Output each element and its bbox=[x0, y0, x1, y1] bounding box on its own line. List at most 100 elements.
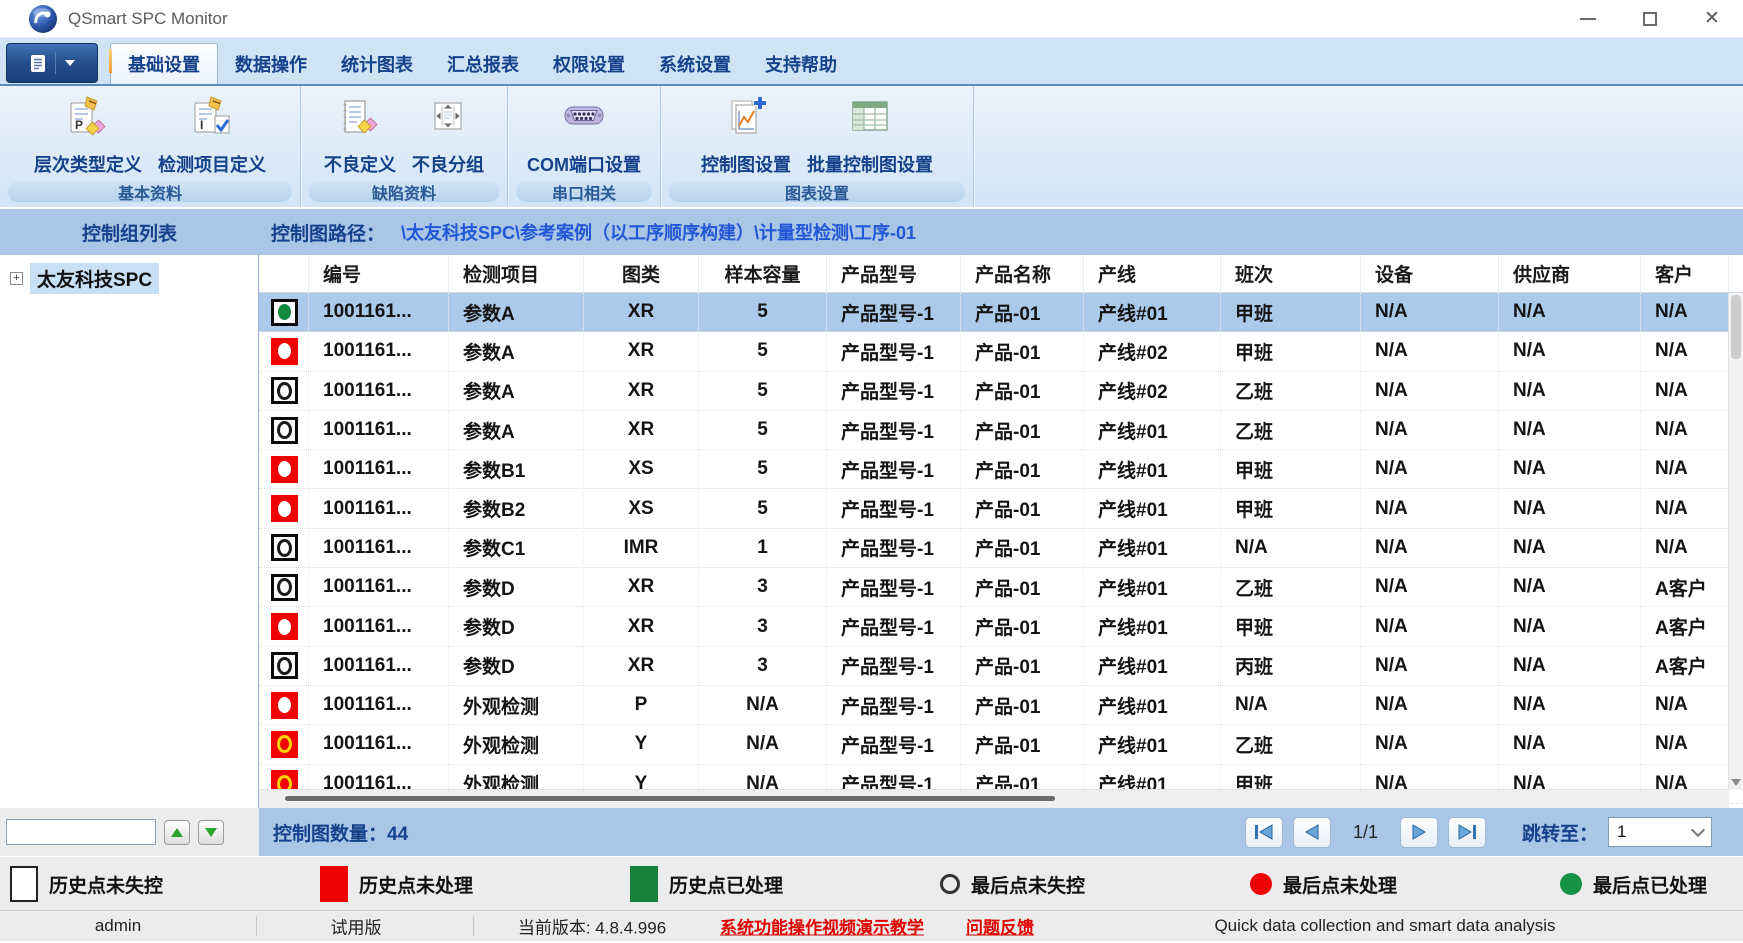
cell: N/A bbox=[1499, 293, 1641, 332]
status-icon-white-outline bbox=[271, 573, 298, 601]
prev-page-button[interactable] bbox=[1293, 816, 1331, 848]
column-header-9[interactable]: 设备 bbox=[1361, 255, 1499, 292]
close-button[interactable]: ✕ bbox=[1681, 0, 1743, 37]
cell: 乙班 bbox=[1221, 568, 1361, 607]
cell: 产品型号-1 bbox=[827, 489, 961, 528]
tab-system-settings[interactable]: 系统设置 bbox=[642, 44, 748, 84]
cell: XS bbox=[584, 489, 699, 528]
column-header-1[interactable]: 编号 bbox=[309, 255, 449, 292]
app-menu-button[interactable] bbox=[6, 43, 98, 83]
ribbon-button-label: COM端口设置 bbox=[527, 155, 641, 175]
table-row[interactable]: 1001161... 参数D XR 3 产品型号-1 产品-01 产线#01 乙班 N/A N/A… bbox=[259, 568, 1743, 608]
arrow-down-icon bbox=[205, 827, 217, 837]
scroll-down-icon[interactable] bbox=[1731, 779, 1741, 786]
table-row[interactable]: 1001161... 参数A XR 5 产品型号-1 产品-01 产线#01 甲班 N/A N/A… bbox=[259, 293, 1743, 333]
cell: 3 bbox=[699, 646, 827, 685]
table-row[interactable]: 1001161... 参数A XR 5 产品型号-1 产品-01 产线#01 乙班 N/A N/A… bbox=[259, 410, 1743, 451]
column-header-8[interactable]: 班次 bbox=[1221, 255, 1361, 292]
table-row[interactable]: 1001161... 参数A XR 5 产品型号-1 产品-01 产线#02 甲班 N/A N/A… bbox=[259, 332, 1743, 372]
cell: N/A bbox=[1641, 685, 1729, 725]
cell: N/A bbox=[1641, 489, 1729, 528]
cell: 产品型号-1 bbox=[827, 332, 961, 371]
expand-icon[interactable]: + bbox=[10, 272, 23, 285]
table-row[interactable]: 1001161... 参数D XR 3 产品型号-1 产品-01 产线#01 甲班 N/A N/A… bbox=[259, 607, 1743, 647]
ribbon-group-label: 图表设置 bbox=[669, 181, 965, 203]
cell: N/A bbox=[1361, 528, 1499, 568]
legend-label: 最后点已处理 bbox=[1593, 875, 1708, 897]
cell: N/A bbox=[1641, 725, 1729, 764]
cell: 参数A bbox=[449, 332, 584, 371]
legend-swatch-circle-red bbox=[1250, 873, 1272, 895]
column-header-0[interactable] bbox=[259, 255, 309, 292]
maximize-button[interactable] bbox=[1619, 0, 1681, 37]
move-down-button[interactable] bbox=[198, 819, 224, 845]
cell: N/A bbox=[1499, 489, 1641, 528]
tab-basic-settings[interactable]: 基础设置 bbox=[109, 43, 218, 84]
ribbon-group-label: 缺陷资料 bbox=[309, 181, 499, 203]
ribbon-group-serial-port: COM端口设置 串口相关 bbox=[508, 86, 661, 207]
column-header-11[interactable]: 客户 bbox=[1641, 255, 1729, 292]
cell: 产线#01 bbox=[1084, 685, 1221, 725]
vertical-scrollbar[interactable] bbox=[1728, 293, 1743, 790]
com-port-icon bbox=[564, 106, 604, 125]
hierarchy-type-define-button[interactable]: P 层次类型定义 bbox=[29, 91, 147, 179]
minimize-button[interactable] bbox=[1557, 0, 1619, 37]
tab-data-operations[interactable]: 数据操作 bbox=[218, 44, 324, 84]
control-chart-setting-button[interactable]: 控制图设置 bbox=[696, 91, 796, 179]
chart-setting-icon bbox=[731, 97, 766, 134]
com-port-setting-button[interactable]: COM端口设置 bbox=[522, 91, 646, 179]
horizontal-scrollbar-thumb[interactable] bbox=[285, 796, 1055, 801]
table-row[interactable]: 1001161... 参数D XR 3 产品型号-1 产品-01 产线#01 丙班 N/A N/A… bbox=[259, 646, 1743, 686]
menu-divider bbox=[54, 52, 56, 74]
cell: XR bbox=[584, 293, 699, 332]
ribbon-button-label: 不良分组 bbox=[412, 155, 484, 175]
tab-permission-settings[interactable]: 权限设置 bbox=[536, 44, 642, 84]
vertical-scrollbar-thumb[interactable] bbox=[1731, 295, 1741, 359]
cell: 参数B1 bbox=[449, 450, 584, 489]
column-header-3[interactable]: 图类 bbox=[584, 255, 699, 292]
video-tutorial-link[interactable]: 系统功能操作视频演示教学 bbox=[720, 914, 924, 939]
cell: Y bbox=[584, 725, 699, 764]
jump-page-select[interactable]: 1 bbox=[1608, 817, 1713, 847]
first-page-button[interactable] bbox=[1245, 816, 1283, 848]
column-header-5[interactable]: 产品型号 bbox=[827, 255, 961, 292]
table-row[interactable]: 1001161... 参数A XR 5 产品型号-1 产品-01 产线#02 乙班 N/A N/A… bbox=[259, 371, 1743, 411]
table-row[interactable]: 1001161... 外观检测 Y N/A 产品型号-1 产品-01 产线#01 乙班 N/A N… bbox=[259, 725, 1743, 765]
cell: 产线#01 bbox=[1084, 607, 1221, 646]
inspect-item-define-button[interactable]: I 检测项目定义 bbox=[153, 91, 271, 179]
column-header-7[interactable]: 产线 bbox=[1084, 255, 1221, 292]
cell: 产品-01 bbox=[961, 607, 1084, 646]
ribbon-group-label: 基本资料 bbox=[8, 181, 292, 203]
next-page-button[interactable] bbox=[1400, 816, 1439, 848]
table-row[interactable]: 1001161... 参数C1 IMR 1 产品型号-1 产品-01 产线#01 N/A N/A… bbox=[259, 528, 1743, 569]
column-header-4[interactable]: 样本容量 bbox=[699, 255, 827, 292]
ribbon-group-defect-data: 不良定义 不良分组 缺陷资料 bbox=[301, 86, 508, 207]
cell: 产品-01 bbox=[961, 410, 1084, 450]
search-input[interactable] bbox=[6, 819, 156, 845]
move-up-button[interactable] bbox=[164, 819, 190, 845]
batch-control-chart-setting-button[interactable]: 批量控制图设置 bbox=[802, 91, 938, 179]
defect-define-button[interactable]: 不良定义 bbox=[319, 91, 401, 179]
column-header-10[interactable]: 供应商 bbox=[1499, 255, 1641, 292]
tab-support-help[interactable]: 支持帮助 bbox=[748, 44, 854, 84]
table-row[interactable]: 1001161... 外观检测 P N/A 产品型号-1 产品-01 产线#01 N/A N/A… bbox=[259, 685, 1743, 726]
column-header-2[interactable]: 检测项目 bbox=[449, 255, 584, 292]
cell: 产品型号-1 bbox=[827, 528, 961, 568]
cell: 外观检测 bbox=[449, 725, 584, 764]
cell: N/A bbox=[699, 685, 827, 725]
tree-node-root[interactable]: + 太友科技SPC bbox=[0, 255, 258, 294]
horizontal-scrollbar[interactable] bbox=[259, 789, 1729, 808]
tab-statistic-charts[interactable]: 统计图表 bbox=[324, 44, 430, 84]
chevron-down-icon bbox=[64, 60, 75, 66]
table-row[interactable]: 1001161... 参数B1 XS 5 产品型号-1 产品-01 产线#01 甲班 N/A N/… bbox=[259, 450, 1743, 490]
chart-count-label: 控制图数量：44 bbox=[273, 823, 409, 845]
last-page-button[interactable] bbox=[1448, 816, 1487, 848]
defect-group-button[interactable]: 不良分组 bbox=[407, 91, 489, 179]
cell: 产品-01 bbox=[961, 371, 1084, 410]
feedback-link[interactable]: 问题反馈 bbox=[966, 914, 1034, 939]
tab-summary-reports[interactable]: 汇总报表 bbox=[430, 44, 536, 84]
table-row[interactable]: 1001161... 参数B2 XS 5 产品型号-1 产品-01 产线#01 甲班 N/A N/… bbox=[259, 489, 1743, 529]
cell: 1001161... bbox=[309, 410, 449, 450]
column-header-6[interactable]: 产品名称 bbox=[961, 255, 1084, 292]
cell: XR bbox=[584, 607, 699, 646]
